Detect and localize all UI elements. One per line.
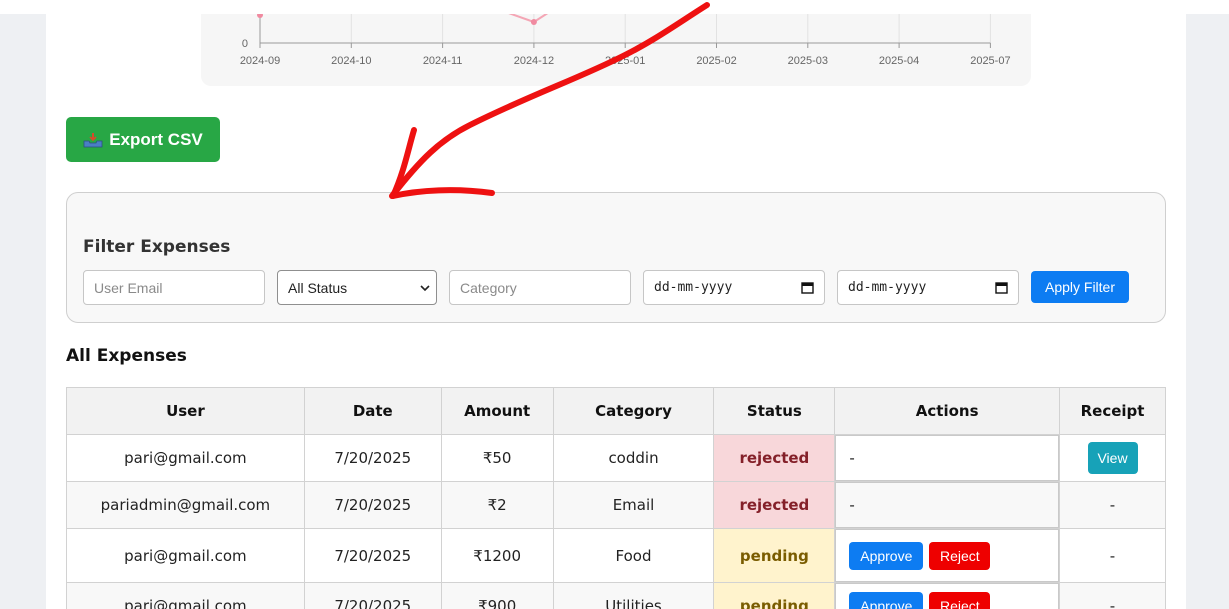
apply-filter-button[interactable]: Apply Filter — [1031, 271, 1129, 303]
cell-actions: Approve Reject — [834, 528, 1061, 583]
cell-actions: - — [834, 481, 1061, 529]
table-header-row: User Date Amount Category Status Actions… — [66, 387, 1166, 435]
view-receipt-button[interactable]: View — [1087, 442, 1138, 474]
date-from-input[interactable]: dd-mm-yyyy — [643, 270, 825, 305]
status-badge: pending — [713, 528, 836, 583]
user-email-input[interactable] — [83, 270, 265, 305]
top-strip — [0, 0, 1229, 14]
cell-amount: ₹2 — [440, 481, 554, 529]
status-select[interactable]: All Status — [277, 270, 437, 305]
x-tick-label: 2025-01 — [605, 55, 645, 67]
inbox-tray-icon — [83, 132, 103, 148]
header-actions: Actions — [834, 387, 1061, 435]
export-csv-button[interactable]: Export CSV — [66, 117, 220, 162]
cell-receipt: - — [1059, 481, 1166, 529]
cell-actions: Approve Reject — [834, 582, 1061, 609]
cell-actions: - — [834, 434, 1061, 482]
status-badge: rejected — [713, 434, 836, 482]
status-badge: rejected — [713, 481, 836, 529]
x-tick-label: 2024-12 — [514, 55, 554, 67]
table-row: pari@gmail.com 7/20/2025 ₹50 coddin reje… — [66, 434, 1166, 482]
approve-button[interactable]: Approve — [849, 541, 924, 570]
x-tick-label: 2025-04 — [879, 55, 919, 67]
cell-user: pari@gmail.com — [66, 434, 305, 482]
calendar-icon[interactable] — [995, 281, 1008, 294]
all-expenses-title: All Expenses — [66, 346, 187, 366]
header-receipt: Receipt — [1059, 387, 1166, 435]
approve-button[interactable]: Approve — [849, 592, 924, 609]
status-select-value: All Status — [288, 279, 348, 296]
calendar-icon[interactable] — [801, 281, 814, 294]
export-csv-label: Export CSV — [109, 129, 203, 149]
y-tick-label: 0 — [242, 38, 248, 50]
cell-date: 7/20/2025 — [303, 528, 442, 583]
cell-category: Utilities — [552, 582, 715, 609]
header-status: Status — [713, 387, 836, 435]
cell-category: Email — [552, 481, 715, 529]
cell-receipt: - — [1059, 582, 1166, 609]
date-to-value: dd-mm-yyyy — [848, 280, 927, 295]
reject-button[interactable]: Reject — [929, 541, 991, 570]
chevron-down-icon — [420, 285, 430, 292]
data-point — [530, 19, 537, 25]
cell-receipt: - — [1059, 528, 1166, 583]
cell-category: coddin — [552, 434, 715, 482]
status-badge: pending — [713, 582, 836, 609]
x-tick-label: 2024-09 — [240, 55, 280, 67]
x-tick-label: 2024-10 — [331, 55, 371, 67]
expenses-table: User Date Amount Category Status Actions… — [66, 387, 1166, 609]
header-user: User — [66, 387, 305, 435]
cell-user: pariadmin@gmail.com — [66, 481, 305, 529]
cell-category: Food — [552, 528, 715, 583]
cell-receipt: View — [1059, 434, 1166, 482]
cell-date: 7/20/2025 — [303, 434, 442, 482]
filter-title: Filter Expenses — [83, 237, 231, 257]
cell-user: pari@gmail.com — [66, 528, 305, 583]
filter-panel: Filter Expenses All Status dd-mm-yyyy dd… — [66, 192, 1166, 323]
x-tick-label: 2025-03 — [788, 55, 828, 67]
header-category: Category — [552, 387, 715, 435]
category-input[interactable] — [449, 270, 631, 305]
table-row: pari@gmail.com 7/20/2025 ₹1200 Food pend… — [66, 528, 1166, 583]
reject-button[interactable]: Reject — [929, 592, 991, 609]
cell-date: 7/20/2025 — [303, 582, 442, 609]
cell-date: 7/20/2025 — [303, 481, 442, 529]
x-tick-label: 2025-07 — [970, 55, 1010, 67]
date-from-value: dd-mm-yyyy — [654, 280, 733, 295]
cell-amount: ₹900 — [440, 582, 554, 609]
cell-amount: ₹50 — [440, 434, 554, 482]
cell-user: pari@gmail.com — [66, 582, 305, 609]
x-tick-label: 2024-11 — [423, 55, 463, 67]
header-date: Date — [303, 387, 442, 435]
table-row: pariadmin@gmail.com 7/20/2025 ₹2 Email r… — [66, 481, 1166, 529]
cell-amount: ₹1200 — [440, 528, 554, 583]
header-amount: Amount — [440, 387, 554, 435]
x-tick-label: 2025-02 — [696, 55, 736, 67]
date-to-input[interactable]: dd-mm-yyyy — [837, 270, 1019, 305]
table-row: pari@gmail.com 7/20/2025 ₹900 Utilities … — [66, 582, 1166, 609]
